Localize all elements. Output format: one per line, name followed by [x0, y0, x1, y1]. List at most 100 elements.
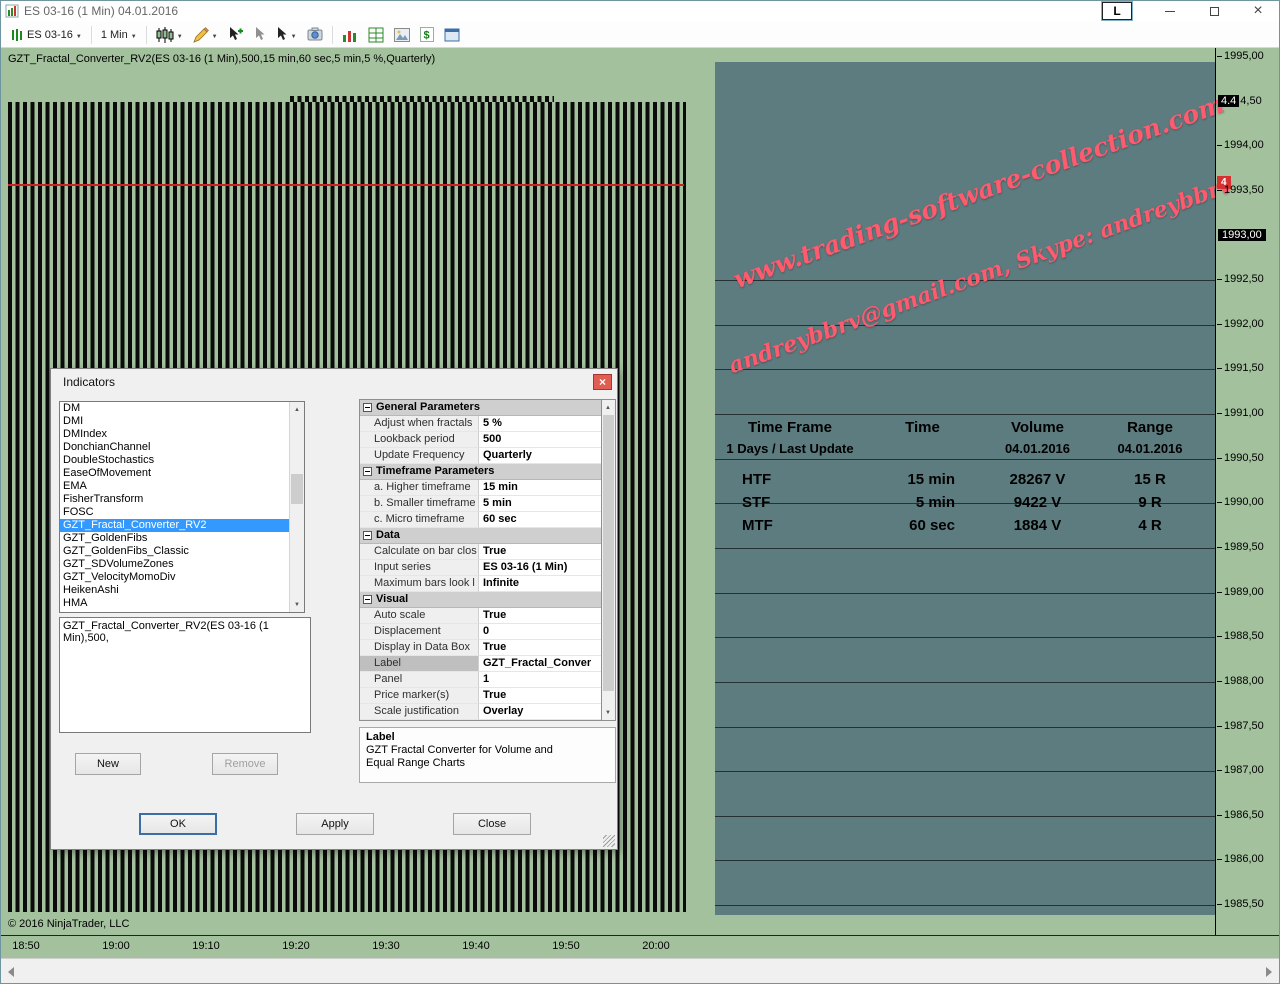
property-value[interactable]: 500 — [479, 432, 601, 448]
scroll-down-icon[interactable] — [602, 705, 614, 720]
property-value[interactable]: 60 sec — [479, 512, 601, 528]
list-item[interactable]: EMA — [60, 480, 289, 493]
window-panel-icon — [444, 28, 460, 42]
cursor-icon — [276, 27, 288, 42]
close-button[interactable] — [1236, 0, 1280, 22]
apply-button[interactable]: Apply — [296, 813, 374, 835]
property-value[interactable]: 15 min — [479, 480, 601, 496]
link-button[interactable]: L — [1102, 2, 1132, 20]
list-item[interactable]: DM — [60, 402, 289, 415]
category-row[interactable]: Timeframe Parameters — [360, 464, 601, 480]
grid-button[interactable] — [364, 25, 388, 45]
property-row[interactable]: Input seriesES 03-16 (1 Min) — [360, 560, 601, 576]
property-row[interactable]: Lookback period500 — [360, 432, 601, 448]
property-value[interactable]: True — [479, 544, 601, 560]
list-item[interactable]: GZT_VelocityMomoDiv — [60, 571, 289, 584]
horizontal-scrollbar[interactable] — [0, 958, 1280, 984]
property-value[interactable]: 5 min — [479, 496, 601, 512]
property-value[interactable]: GZT_Fractal_Conver — [479, 656, 601, 672]
category-row[interactable]: General Parameters — [360, 400, 601, 416]
maximize-button[interactable] — [1192, 0, 1236, 22]
list-item[interactable]: FOSC — [60, 506, 289, 519]
remove-button[interactable]: Remove — [212, 753, 278, 775]
interval-selector[interactable]: 1 Min — [97, 27, 141, 43]
property-value[interactable]: Overlay — [479, 704, 601, 720]
dialog-titlebar[interactable]: Indicators — [51, 369, 617, 395]
dialog-close-button[interactable] — [593, 374, 612, 390]
property-value[interactable]: True — [479, 688, 601, 704]
scroll-left-icon[interactable] — [8, 967, 14, 977]
resize-grip[interactable] — [603, 835, 615, 847]
property-row[interactable]: LabelGZT_Fractal_Conver — [360, 656, 601, 672]
list-item[interactable]: HeikenAshi — [60, 584, 289, 597]
add-object-button[interactable] — [224, 25, 248, 45]
property-row[interactable]: c. Micro timeframe60 sec — [360, 512, 601, 528]
property-row[interactable]: Scale justificationOverlay — [360, 704, 601, 720]
image-button[interactable] — [390, 26, 414, 44]
panel-button[interactable] — [440, 26, 464, 44]
collapse-icon[interactable] — [363, 403, 372, 412]
market-analyzer-button[interactable] — [338, 25, 362, 45]
close-dialog-button[interactable]: Close — [453, 813, 531, 835]
select-object-button[interactable] — [250, 25, 270, 44]
property-value[interactable]: 1 — [479, 672, 601, 688]
chevron-down-icon — [291, 29, 297, 41]
instrument-selector[interactable]: ES 03-16 — [6, 25, 86, 45]
property-row[interactable]: Price marker(s)True — [360, 688, 601, 704]
selected-indicator-text[interactable]: GZT_Fractal_Converter_RV2(ES 03-16 (1 Mi… — [59, 617, 311, 733]
snapshot-button[interactable] — [303, 25, 327, 44]
property-value[interactable]: True — [479, 640, 601, 656]
property-row[interactable]: Adjust when fractals5 % — [360, 416, 601, 432]
property-row[interactable]: Display in Data BoxTrue — [360, 640, 601, 656]
property-row[interactable]: Auto scaleTrue — [360, 608, 601, 624]
property-value[interactable]: Quarterly — [479, 448, 601, 464]
property-value[interactable]: 0 — [479, 624, 601, 640]
collapse-icon[interactable] — [363, 531, 372, 540]
property-row[interactable]: Maximum bars look lInfinite — [360, 576, 601, 592]
list-item[interactable]: DMIndex — [60, 428, 289, 441]
list-item[interactable]: FisherTransform — [60, 493, 289, 506]
list-item[interactable]: GZT_GoldenFibs_Classic — [60, 545, 289, 558]
cursor-mode-button[interactable] — [272, 25, 301, 44]
account-button[interactable]: $ — [416, 25, 438, 44]
list-item[interactable]: DMI — [60, 415, 289, 428]
drawing-tools-button[interactable] — [189, 25, 222, 45]
list-item-selected[interactable]: GZT_Fractal_Converter_RV2 — [60, 519, 289, 532]
minimize-button[interactable] — [1148, 0, 1192, 22]
property-row[interactable]: Update FrequencyQuarterly — [360, 448, 601, 464]
list-item[interactable]: DonchianChannel — [60, 441, 289, 454]
scroll-thumb[interactable] — [291, 474, 303, 504]
property-value[interactable]: Infinite — [479, 576, 601, 592]
property-row[interactable]: Displacement0 — [360, 624, 601, 640]
list-item[interactable]: GZT_GoldenFibs — [60, 532, 289, 545]
property-row[interactable]: Calculate on bar closTrue — [360, 544, 601, 560]
scroll-thumb[interactable] — [603, 415, 614, 691]
list-item[interactable]: DoubleStochastics — [60, 454, 289, 467]
price-axis[interactable]: 1995,00 4.4 4,50 1994,00 4 1993,50 1993,… — [1215, 48, 1280, 935]
new-button[interactable]: New — [75, 753, 141, 775]
category-row[interactable]: Data — [360, 528, 601, 544]
chart-style-button[interactable] — [152, 25, 187, 45]
scroll-up-icon[interactable] — [602, 400, 614, 415]
list-scrollbar[interactable] — [289, 402, 304, 612]
property-row[interactable]: a. Higher timeframe15 min — [360, 480, 601, 496]
property-row[interactable]: Panel1 — [360, 672, 601, 688]
ok-button[interactable]: OK — [139, 813, 217, 835]
indicator-list[interactable]: DM DMI DMIndex DonchianChannel DoubleSto… — [59, 401, 305, 613]
scroll-up-icon[interactable] — [290, 402, 304, 417]
property-row[interactable]: b. Smaller timeframe5 min — [360, 496, 601, 512]
property-value[interactable]: 5 % — [479, 416, 601, 432]
list-item[interactable]: EaseOfMovement — [60, 467, 289, 480]
list-item[interactable]: HMA — [60, 597, 289, 610]
collapse-icon[interactable] — [363, 467, 372, 476]
scroll-down-icon[interactable] — [290, 597, 304, 612]
property-value[interactable]: True — [479, 608, 601, 624]
sub-range-date: 04.01.2016 — [1095, 441, 1205, 456]
collapse-icon[interactable] — [363, 595, 372, 604]
property-value[interactable]: ES 03-16 (1 Min) — [479, 560, 601, 576]
property-grid-scrollbar[interactable] — [602, 399, 616, 721]
property-grid[interactable]: General Parameters Adjust when fractals5… — [359, 399, 602, 721]
scroll-right-icon[interactable] — [1266, 967, 1272, 977]
list-item[interactable]: GZT_SDVolumeZones — [60, 558, 289, 571]
category-row[interactable]: Visual — [360, 592, 601, 608]
